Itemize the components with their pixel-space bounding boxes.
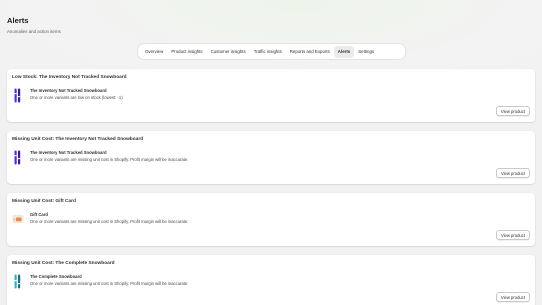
page-title: Alerts [7,16,29,25]
alert-message: One or more variants are missing unit co… [30,219,189,224]
purple-snowboard-icon [12,149,24,165]
product-name[interactable]: The Inventory Not Tracked Snowboard [30,88,107,93]
tab-settings[interactable]: Settings [354,46,378,58]
alert-title: Missing Unit Cost: The Inventory Not Tra… [12,137,144,142]
product-name[interactable]: The Inventory Not Tracked Snowboard [30,150,107,155]
tab-customer-insights[interactable]: Customer insights [207,46,250,58]
view-product-button[interactable]: View product [495,230,530,240]
product-name[interactable]: The Complete Snowboard [30,274,82,279]
alert-card: Missing Unit Cost: The Complete Snowboar… [7,255,535,305]
alert-message: One or more variants are missing unit co… [30,281,189,286]
alert-card: Low Stock: The Inventory Not Tracked Sno… [7,69,535,122]
alert-message: One or more variants are low on stock (l… [30,95,123,100]
alert-card: Missing Unit Cost: Gift Card Gift Card O… [7,193,535,246]
purple-snowboard-icon [12,87,24,103]
alert-card: Missing Unit Cost: The Inventory Not Tra… [7,131,535,184]
view-product-button[interactable]: View product [495,106,530,116]
view-product-button[interactable]: View product [495,292,530,302]
tab-traffic-insights[interactable]: Traffic insights [250,46,286,58]
alert-title: Missing Unit Cost: Gift Card [12,199,76,204]
tab-product-insights[interactable]: Product insights [167,46,206,58]
tab-alerts[interactable]: Alerts [333,45,355,58]
page-header: Alerts Anomalies and action items [7,16,61,34]
tab-bar: Overview Product insights Customer insig… [137,43,406,60]
alert-title: Low Stock: The Inventory Not Tracked Sno… [12,75,127,80]
product-name[interactable]: Gift Card [30,212,48,217]
gift-card-icon [12,211,24,227]
alert-title: Missing Unit Cost: The Complete Snowboar… [12,261,115,266]
alert-message: One or more variants are missing unit co… [30,157,189,162]
page-subtitle: Anomalies and action items [7,29,61,34]
tab-reports-and-exports[interactable]: Reports and Exports [286,46,334,58]
tab-overview[interactable]: Overview [141,46,167,58]
teal-snowboard-icon [12,273,24,289]
view-product-button[interactable]: View product [495,168,530,178]
